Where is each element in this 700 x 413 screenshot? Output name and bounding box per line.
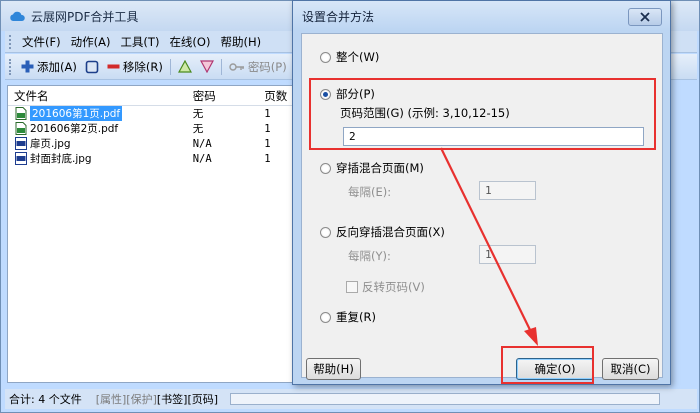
dialog-body: 整个(W) 部分(P) 页码范围(G) (示例: 3,10,12-15) 2 穿…: [301, 33, 663, 380]
file-name: 封面封底.jpg: [30, 153, 92, 165]
cloud-logo-icon: [10, 11, 25, 21]
square-frame-icon: [85, 60, 99, 73]
repeat-label: 重复(R): [336, 310, 376, 324]
help-button[interactable]: 帮助(H): [306, 358, 361, 380]
status-bookmark[interactable]: [书签]: [157, 391, 188, 407]
move-down-button[interactable]: [196, 57, 218, 77]
file-password: N/A: [192, 152, 212, 165]
file-password: 无: [192, 123, 204, 135]
reverse-interleave-option[interactable]: 反向穿插混合页面(X): [320, 224, 445, 240]
ok-button[interactable]: 确定(O): [516, 358, 594, 380]
dialog-title: 设置合并方法: [302, 9, 375, 24]
file-row[interactable]: 201606第2页.pdf 无 1: [8, 121, 298, 136]
password-button[interactable]: 密码(P): [225, 57, 291, 77]
file-row[interactable]: 封面封底.jpg N/A 1: [8, 151, 298, 166]
part-label: 部分(P): [336, 87, 375, 101]
status-protect[interactable]: [保护]: [126, 391, 157, 407]
add-button[interactable]: 添加(A): [17, 57, 81, 77]
password-button-label: 密码(P): [247, 59, 287, 74]
cancel-button[interactable]: 取消(C): [602, 358, 659, 380]
reverse-interleave-label: 反向穿插混合页面(X): [336, 225, 445, 239]
jpg-file-icon: [15, 152, 27, 165]
status-bar: 合计: 4 个文件 [属性] [保护] [书签] [页码]: [5, 389, 697, 409]
minus-icon: [107, 64, 120, 69]
menu-action[interactable]: 动作(A): [66, 34, 116, 50]
interleave-radio[interactable]: [320, 162, 331, 174]
jpg-file-icon: [15, 137, 27, 150]
frame-button[interactable]: [81, 57, 103, 77]
repeat-radio[interactable]: [320, 311, 331, 323]
remove-button[interactable]: 移除(R): [103, 57, 167, 77]
reverse-pagecode-label: 反转页码(V): [362, 280, 425, 294]
menu-file[interactable]: 文件(F): [17, 34, 66, 50]
status-pagecode[interactable]: [页码]: [187, 391, 218, 407]
pdf-file-icon: [15, 107, 27, 120]
file-row[interactable]: 201606第1页.pdf 无 1: [8, 106, 298, 121]
key-icon: [229, 62, 244, 71]
triangle-up-icon: [177, 60, 192, 73]
interval-label-1: 每隔(E):: [348, 185, 392, 199]
repeat-option[interactable]: 重复(R): [320, 309, 376, 325]
whole-option[interactable]: 整个(W): [320, 49, 379, 65]
menu-online[interactable]: 在线(O): [164, 34, 215, 50]
status-progress-bar: [230, 393, 661, 405]
file-name: 201606第1页.pdf: [30, 106, 123, 121]
whole-label: 整个(W): [336, 50, 380, 64]
close-icon: [640, 12, 650, 22]
add-button-label: 添加(A): [37, 59, 77, 74]
plus-icon: [21, 60, 34, 73]
dialog-close-button[interactable]: [628, 8, 662, 26]
status-total: 合计: 4 个文件: [9, 393, 82, 406]
page-range-input[interactable]: 2: [343, 127, 644, 146]
app-title: 云展网PDF合并工具: [31, 9, 139, 24]
interleave-option[interactable]: 穿插混合页面(M): [320, 160, 424, 176]
interval-label-2: 每隔(Y):: [348, 249, 391, 263]
file-list-header: 文件名 密码 页数: [8, 86, 298, 106]
remove-button-label: 移除(R): [122, 59, 163, 74]
reverse-pagecode-option[interactable]: 反转页码(V): [346, 279, 425, 295]
column-header-filename[interactable]: 文件名: [8, 88, 187, 104]
page-range-label: 页码范围(G) (示例: 3,10,12-15): [340, 106, 510, 120]
file-password: 无: [192, 108, 204, 120]
menubar-grip-handle[interactable]: [9, 34, 12, 49]
pdf-file-icon: [15, 122, 27, 135]
reverse-interleave-radio[interactable]: [320, 226, 331, 238]
toolbar-grip-handle[interactable]: [9, 58, 12, 75]
interval-input-2[interactable]: 1: [479, 245, 536, 264]
whole-radio[interactable]: [320, 51, 331, 63]
toolbar-separator: [220, 58, 222, 75]
column-header-password[interactable]: 密码: [187, 88, 259, 104]
part-radio[interactable]: [320, 88, 331, 100]
triangle-down-icon: [199, 60, 214, 73]
interval-input-1[interactable]: 1: [479, 181, 536, 200]
merge-method-dialog: 设置合并方法 整个(W) 部分(P) 页码范围(G) (示例: 3,10,12-…: [292, 0, 671, 385]
file-password: N/A: [192, 137, 212, 150]
status-attr[interactable]: [属性]: [96, 391, 127, 407]
menu-help[interactable]: 帮助(H): [215, 34, 266, 50]
move-up-button[interactable]: [174, 57, 196, 77]
file-list[interactable]: 文件名 密码 页数 201606第1页.pdf 无 1 201606第2页.pd…: [7, 85, 299, 383]
toolbar-separator: [169, 58, 171, 75]
dialog-title-bar: 设置合并方法: [293, 1, 670, 31]
file-name: 201606第2页.pdf: [30, 123, 119, 135]
file-row[interactable]: 扉页.jpg N/A 1: [8, 136, 298, 151]
file-name: 扉页.jpg: [30, 138, 71, 150]
interleave-label: 穿插混合页面(M): [336, 161, 424, 175]
menu-tools[interactable]: 工具(T): [115, 34, 164, 50]
reverse-pagecode-checkbox[interactable]: [346, 281, 358, 293]
part-option[interactable]: 部分(P): [320, 86, 375, 102]
